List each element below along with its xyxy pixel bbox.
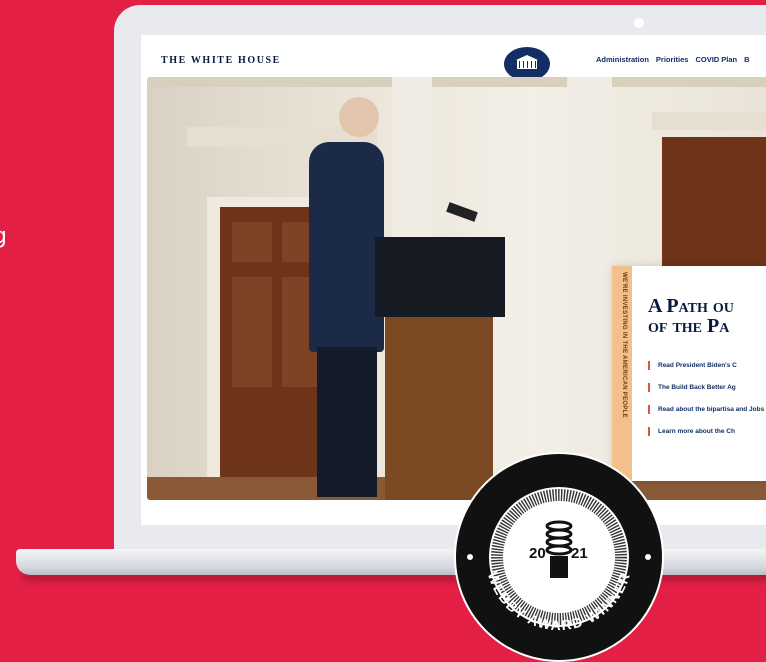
card-tab-text: WE'RE INVESTING IN THE AMERICAN PEOPLE [621,272,627,418]
card-title: A Path ou of the Pa [648,296,734,336]
nav-truncated[interactable]: B [744,55,749,64]
card-link-build-back-better[interactable]: The Build Back Better Ag [648,383,766,392]
card-title-line1: A Path ou [648,295,734,317]
nav-covid-plan[interactable]: COVID Plan [695,55,737,64]
card-link-bipartisan[interactable]: Read about the bipartisa and Jobs Act [648,405,766,414]
card-title-line2: of the Pa [648,315,730,337]
nav-administration[interactable]: Administration [596,55,649,64]
card-link-biden[interactable]: Read President Biden's C [648,361,766,370]
card-tab: WE'RE INVESTING IN THE AMERICAN PEOPLE [612,266,632,481]
camera-icon [634,18,644,28]
side-glyph-icon: g [0,226,20,256]
nav-priorities[interactable]: Priorities [656,55,689,64]
main-nav: Administration Priorities COVID Plan B [596,55,750,64]
badge-year-right: 21 [571,545,588,562]
card-link-learn-more[interactable]: Learn more about the Ch [648,427,766,436]
webby-award-badge: 20 21 WEBBY AWARD WINNER [454,452,664,662]
white-house-seal-icon[interactable] [504,47,550,81]
website-screen: THE WHITE HOUSE Administration Prioritie… [141,35,766,525]
badge-year-left: 20 [529,545,546,562]
feature-card: WE'RE INVESTING IN THE AMERICAN PEOPLE A… [612,266,766,481]
card-links: Read President Biden's C The Build Back … [648,361,766,449]
site-title[interactable]: THE WHITE HOUSE [161,55,281,66]
